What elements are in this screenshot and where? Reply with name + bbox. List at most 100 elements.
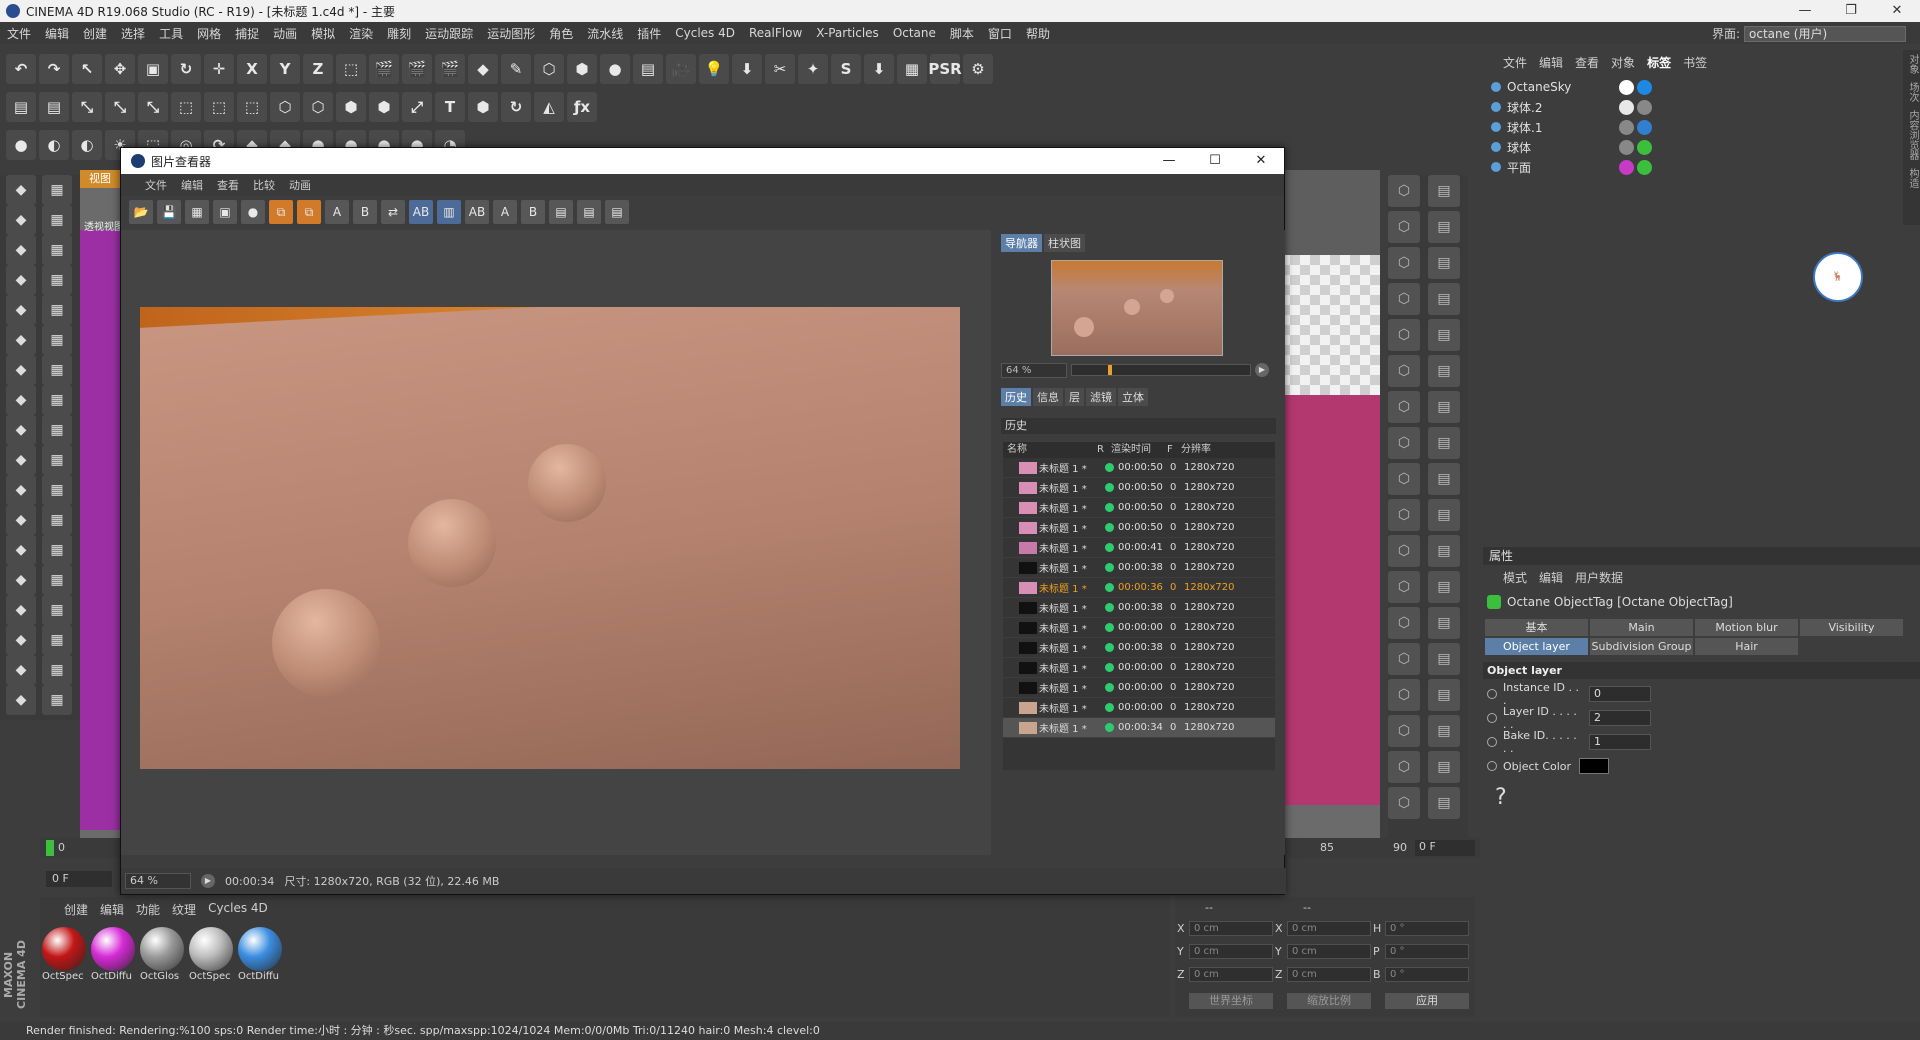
attribute-tab[interactable]: Visibility: [1800, 619, 1903, 636]
material-item[interactable]: OctGlos: [140, 927, 186, 987]
restore-button[interactable]: ❐: [1828, 0, 1874, 22]
right-tool-icon[interactable]: ⬡: [1388, 211, 1420, 243]
left-tool-icon[interactable]: ▦: [42, 505, 72, 535]
menu-item[interactable]: 流水线: [580, 25, 630, 42]
coord-field[interactable]: 0 °: [1385, 944, 1469, 959]
object-tag-icon[interactable]: [1637, 119, 1652, 135]
coord-field[interactable]: 0 cm: [1287, 921, 1371, 936]
compare-b-icon[interactable]: B: [353, 200, 377, 224]
toolbar-tool-icon[interactable]: ⤢: [402, 92, 432, 122]
menu-item[interactable]: 窗口: [981, 25, 1019, 42]
close-button[interactable]: ✕: [1874, 0, 1920, 22]
object-tag-icon[interactable]: [1619, 79, 1634, 95]
menu-item[interactable]: 雕刻: [380, 25, 418, 42]
object-tag-icon[interactable]: [1637, 139, 1652, 155]
right-tool-icon[interactable]: ▤: [1428, 751, 1460, 783]
left-tool-icon[interactable]: ◆: [6, 595, 36, 625]
toolbar-tool-icon[interactable]: ◐: [39, 130, 69, 160]
right-tool-icon[interactable]: ▤: [1428, 787, 1460, 819]
toolbar-tool-icon[interactable]: ƒx: [567, 92, 597, 122]
object-tag-icon[interactable]: [1619, 119, 1634, 135]
material-item[interactable]: OctSpec: [42, 927, 88, 987]
left-tool-icon[interactable]: ▦: [42, 175, 72, 205]
right-tool-icon[interactable]: ▤: [1428, 715, 1460, 747]
toolbar-tool-icon[interactable]: ✛: [204, 54, 234, 84]
attribute-tab[interactable]: 基本: [1485, 619, 1588, 636]
toolbar-tool-icon[interactable]: PSR: [928, 54, 962, 84]
left-tool-icon[interactable]: ▦: [42, 415, 72, 445]
objects-menu-item[interactable]: 查看: [1575, 54, 1599, 71]
layer2-icon[interactable]: ▤: [577, 200, 601, 224]
toolbar-tool-icon[interactable]: ⤡: [138, 92, 168, 122]
coord-field[interactable]: 0 cm: [1287, 944, 1371, 959]
radio-icon[interactable]: [1487, 761, 1497, 771]
zoom-slider-knob[interactable]: [1108, 365, 1112, 375]
right-tool-icon[interactable]: ⬡: [1388, 715, 1420, 747]
copy-icon[interactable]: ⧉: [269, 200, 293, 224]
attributes-menu-item[interactable]: 模式: [1503, 569, 1527, 586]
coord-field[interactable]: 0 °: [1385, 921, 1469, 936]
material-menu-item[interactable]: 纹理: [172, 901, 196, 918]
toolbar-tool-icon[interactable]: ↖: [72, 54, 102, 84]
left-tool-icon[interactable]: ▦: [42, 385, 72, 415]
toolbar-tool-icon[interactable]: ⬢: [567, 54, 597, 84]
frame-right-field[interactable]: 0 F: [1415, 840, 1475, 856]
left-tool-icon[interactable]: ◆: [6, 235, 36, 265]
info-tab[interactable]: 信息: [1033, 388, 1063, 406]
right-tool-icon[interactable]: ⬡: [1388, 283, 1420, 315]
object-tag-icon[interactable]: [1637, 159, 1652, 175]
playhead[interactable]: [46, 840, 54, 856]
toolbar-tool-icon[interactable]: ⬢: [336, 92, 366, 122]
menu-item[interactable]: 编辑: [38, 25, 76, 42]
history-row[interactable]: 未标题 1 * 00:00:38 0 1280x720: [1003, 558, 1275, 578]
toolbar-tool-icon[interactable]: S: [831, 54, 861, 84]
menu-item[interactable]: X-Particles: [809, 26, 886, 40]
left-tool-icon[interactable]: ◆: [6, 685, 36, 715]
toolbar-tool-icon[interactable]: ⬢: [369, 92, 399, 122]
menu-item[interactable]: 选择: [114, 25, 152, 42]
toolbar-tool-icon[interactable]: ◆: [468, 54, 498, 84]
material-item[interactable]: OctSpec: [189, 927, 235, 987]
left-tool-icon[interactable]: ◆: [6, 475, 36, 505]
toolbar-tool-icon[interactable]: ●: [6, 130, 36, 160]
object-row[interactable]: 球体.1: [1491, 118, 1891, 136]
left-tool-icon[interactable]: ▦: [42, 235, 72, 265]
pv-close-button[interactable]: ✕: [1238, 148, 1284, 174]
toolbar-tool-icon[interactable]: 🎥: [666, 54, 696, 84]
menu-item[interactable]: 模拟: [304, 25, 342, 42]
history-row[interactable]: 未标题 1 * 00:00:50 0 1280x720: [1003, 518, 1275, 538]
left-tool-icon[interactable]: ◆: [6, 535, 36, 565]
pv-maximize-button[interactable]: ☐: [1192, 148, 1238, 174]
toolbar-tool-icon[interactable]: ⬡: [303, 92, 333, 122]
ab-text-icon[interactable]: AB: [465, 200, 489, 224]
toolbar-tool-icon[interactable]: ⬇: [864, 54, 894, 84]
right-tool-icon[interactable]: ⬡: [1388, 499, 1420, 531]
right-tool-icon[interactable]: ▤: [1428, 607, 1460, 639]
world-coord-select[interactable]: 世界坐标: [1189, 993, 1273, 1009]
material-menu-item[interactable]: Cycles 4D: [208, 901, 268, 918]
left-tool-icon[interactable]: ◆: [6, 415, 36, 445]
menu-item[interactable]: 网格: [190, 25, 228, 42]
menu-item[interactable]: 角色: [542, 25, 580, 42]
menu-item[interactable]: 工具: [152, 25, 190, 42]
left-tool-icon[interactable]: ▦: [42, 265, 72, 295]
stop-render-icon[interactable]: ●: [241, 200, 265, 224]
radio-icon[interactable]: [1487, 689, 1497, 699]
history-row[interactable]: 未标题 1 * 00:00:34 0 1280x720: [1003, 718, 1275, 738]
left-tool-icon[interactable]: ▦: [42, 295, 72, 325]
status-play-icon[interactable]: ▶: [201, 874, 215, 888]
menu-item[interactable]: 插件: [630, 25, 668, 42]
left-tool-icon[interactable]: ◆: [6, 205, 36, 235]
toolbar-tool-icon[interactable]: 💡: [699, 54, 729, 84]
right-tool-icon[interactable]: ⬡: [1388, 787, 1420, 819]
toolbar-tool-icon[interactable]: ✥: [105, 54, 135, 84]
right-tool-icon[interactable]: ▤: [1428, 499, 1460, 531]
toolbar-tool-icon[interactable]: ⬇: [732, 54, 762, 84]
objects-menu-item[interactable]: 对象: [1611, 54, 1635, 71]
right-tool-icon[interactable]: ⬡: [1388, 247, 1420, 279]
toolbar-tool-icon[interactable]: ⚙: [963, 54, 993, 84]
right-tool-icon[interactable]: ⬡: [1388, 175, 1420, 207]
objects-menu-item[interactable]: 书签: [1683, 54, 1707, 71]
toolbar-tool-icon[interactable]: ⤡: [72, 92, 102, 122]
pv-menu-item[interactable]: 动画: [289, 177, 311, 193]
